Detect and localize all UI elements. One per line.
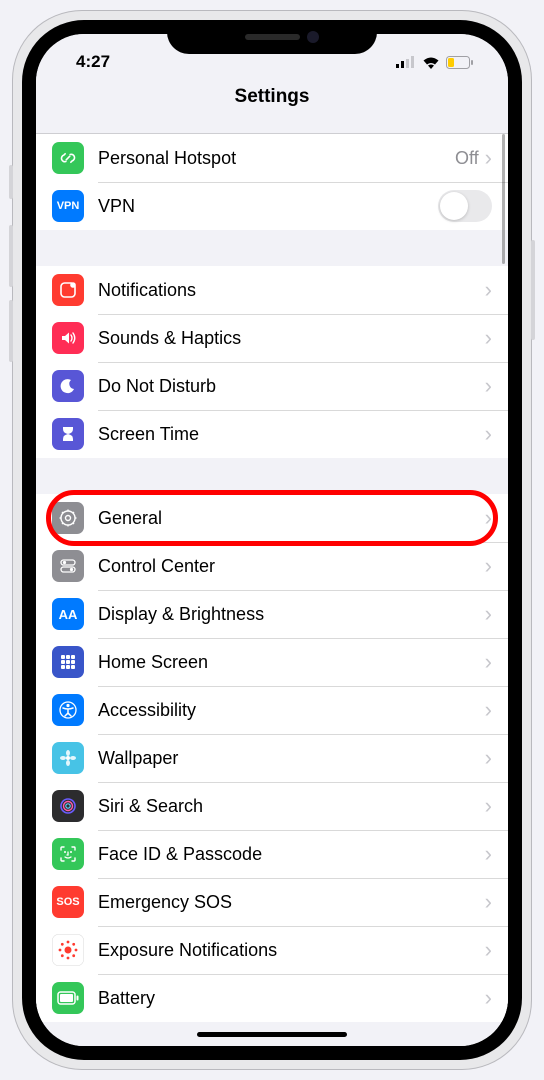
chevron-right-icon: › — [485, 373, 492, 399]
row-face-id-passcode[interactable]: Face ID & Passcode › — [36, 830, 508, 878]
row-label: Siri & Search — [98, 796, 485, 817]
page-title: Settings — [235, 86, 310, 108]
row-general[interactable]: General › — [36, 494, 508, 542]
row-label: Exposure Notifications — [98, 940, 485, 961]
front-camera — [307, 31, 319, 43]
phone-bezel: 4:27 Settings Perso — [22, 20, 522, 1060]
chevron-right-icon: › — [485, 277, 492, 303]
row-label: Battery — [98, 988, 485, 1009]
scroll-indicator — [502, 134, 505, 264]
chevron-right-icon: › — [485, 697, 492, 723]
hourglass-icon — [52, 418, 84, 450]
row-label: Display & Brightness — [98, 604, 485, 625]
sos-icon: SOS — [52, 886, 84, 918]
row-notifications[interactable]: Notifications › — [36, 266, 508, 314]
row-vpn[interactable]: VPN VPN — [36, 182, 508, 230]
row-label: Control Center — [98, 556, 485, 577]
settings-list[interactable]: Personal Hotspot Off › VPN VPN — [36, 134, 508, 1046]
moon-icon — [52, 370, 84, 402]
row-accessibility[interactable]: Accessibility › — [36, 686, 508, 734]
home-indicator[interactable] — [197, 1032, 347, 1037]
chevron-right-icon: › — [485, 889, 492, 915]
row-siri-search[interactable]: Siri & Search › — [36, 782, 508, 830]
settings-group-connectivity: Personal Hotspot Off › VPN VPN — [36, 134, 508, 230]
nav-header: Settings — [36, 84, 508, 134]
status-time: 4:27 — [66, 46, 110, 72]
settings-group-alerts: Notifications › Sounds & Haptics › — [36, 266, 508, 458]
face-id-icon — [52, 838, 84, 870]
row-battery[interactable]: Battery › — [36, 974, 508, 1022]
gear-icon — [52, 502, 84, 534]
row-personal-hotspot[interactable]: Personal Hotspot Off › — [36, 134, 508, 182]
row-display-brightness[interactable]: AA Display & Brightness › — [36, 590, 508, 638]
row-label: General — [98, 508, 485, 529]
flower-icon — [52, 742, 84, 774]
row-label: Home Screen — [98, 652, 485, 673]
accessibility-icon — [52, 694, 84, 726]
screen: 4:27 Settings Perso — [36, 34, 508, 1046]
vpn-toggle[interactable] — [438, 190, 492, 222]
row-do-not-disturb[interactable]: Do Not Disturb › — [36, 362, 508, 410]
row-value: Off — [455, 148, 479, 169]
chevron-right-icon: › — [485, 553, 492, 579]
volume-up-button — [9, 225, 13, 287]
row-label: Wallpaper — [98, 748, 485, 769]
exposure-icon — [52, 934, 84, 966]
row-label: Screen Time — [98, 424, 485, 445]
link-icon — [52, 142, 84, 174]
row-emergency-sos[interactable]: SOS Emergency SOS › — [36, 878, 508, 926]
switches-icon — [52, 550, 84, 582]
side-button — [531, 240, 535, 340]
chevron-right-icon: › — [485, 985, 492, 1011]
phone-frame: 4:27 Settings Perso — [12, 10, 532, 1070]
app-grid-icon — [52, 646, 84, 678]
row-exposure-notifications[interactable]: Exposure Notifications › — [36, 926, 508, 974]
row-label: Face ID & Passcode — [98, 844, 485, 865]
row-label: Notifications — [98, 280, 485, 301]
wifi-icon — [422, 56, 440, 69]
chevron-right-icon: › — [485, 937, 492, 963]
settings-group-general: General › Control Center › AA Display & … — [36, 494, 508, 1022]
chevron-right-icon: › — [485, 145, 492, 171]
chevron-right-icon: › — [485, 505, 492, 531]
chevron-right-icon: › — [485, 601, 492, 627]
cellular-signal-icon — [396, 56, 416, 68]
notifications-icon — [52, 274, 84, 306]
row-label: Accessibility — [98, 700, 485, 721]
status-icons — [396, 50, 478, 69]
chevron-right-icon: › — [485, 841, 492, 867]
siri-icon — [52, 790, 84, 822]
row-label: Personal Hotspot — [98, 148, 455, 169]
vpn-icon: VPN — [52, 190, 84, 222]
row-label: Emergency SOS — [98, 892, 485, 913]
battery-icon — [446, 56, 474, 69]
row-control-center[interactable]: Control Center › — [36, 542, 508, 590]
row-screen-time[interactable]: Screen Time › — [36, 410, 508, 458]
row-label: Do Not Disturb — [98, 376, 485, 397]
row-wallpaper[interactable]: Wallpaper › — [36, 734, 508, 782]
row-label: VPN — [98, 196, 438, 217]
battery-icon — [52, 982, 84, 1014]
chevron-right-icon: › — [485, 421, 492, 447]
speaker-icon — [52, 322, 84, 354]
chevron-right-icon: › — [485, 325, 492, 351]
chevron-right-icon: › — [485, 649, 492, 675]
chevron-right-icon: › — [485, 745, 492, 771]
row-home-screen[interactable]: Home Screen › — [36, 638, 508, 686]
row-sounds-haptics[interactable]: Sounds & Haptics › — [36, 314, 508, 362]
mute-switch — [9, 165, 13, 199]
volume-down-button — [9, 300, 13, 362]
chevron-right-icon: › — [485, 793, 492, 819]
row-label: Sounds & Haptics — [98, 328, 485, 349]
earpiece-speaker — [245, 34, 300, 40]
text-size-icon: AA — [52, 598, 84, 630]
notch — [167, 20, 377, 54]
